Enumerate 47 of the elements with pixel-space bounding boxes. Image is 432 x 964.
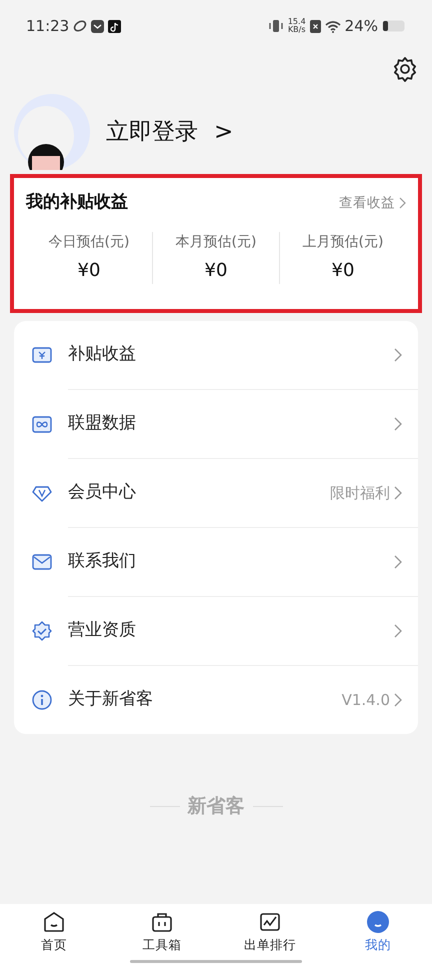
chart-icon bbox=[258, 910, 282, 934]
toolbox-icon bbox=[150, 910, 174, 934]
menu-item[interactable]: 联盟数据 bbox=[14, 390, 418, 458]
tab[interactable]: 出单排行 bbox=[216, 904, 324, 964]
info-icon bbox=[32, 690, 52, 710]
clock-text: 11:23 bbox=[26, 16, 70, 37]
stat-label: 本月预估(元) bbox=[174, 232, 258, 252]
view-earnings-link[interactable]: 查看收益 bbox=[339, 192, 406, 213]
stat-value: ¥0 bbox=[330, 258, 356, 282]
badge-check-icon bbox=[32, 621, 52, 641]
battery-icon bbox=[382, 20, 406, 32]
infinity-icon bbox=[32, 414, 52, 434]
menu-item[interactable]: 会员中心 限时福利 bbox=[14, 459, 418, 527]
speed-text: 15.4 bbox=[288, 18, 306, 26]
stat-value: ¥0 bbox=[204, 258, 228, 282]
menu-item[interactable]: 营业资质 bbox=[14, 597, 418, 665]
chevron-right-icon bbox=[394, 624, 402, 638]
speed-unit-text: KB/s bbox=[288, 26, 306, 34]
settings-icon[interactable] bbox=[392, 56, 418, 82]
chevron-right-icon bbox=[399, 196, 406, 209]
home-icon bbox=[42, 910, 66, 934]
brand-watermark: 新省客 bbox=[188, 794, 244, 819]
music-note-icon bbox=[108, 20, 122, 32]
sim-icon bbox=[310, 20, 321, 32]
mail-icon bbox=[32, 552, 52, 572]
stat-value: ¥0 bbox=[76, 258, 102, 282]
chevron-right-icon bbox=[394, 417, 402, 431]
tab[interactable]: 工具箱 bbox=[108, 904, 216, 964]
menu-item[interactable]: 关于新省客 V1.4.0 bbox=[14, 666, 418, 734]
earnings-title: 我的补贴收益 bbox=[26, 191, 128, 214]
menu-item[interactable]: 联系我们 bbox=[14, 528, 418, 596]
stat-label: 上月预估(元) bbox=[302, 232, 384, 252]
chevron-right-icon bbox=[394, 693, 402, 707]
tab[interactable]: 我的 bbox=[324, 904, 432, 964]
menu-item[interactable]: 补贴收益 bbox=[14, 321, 418, 389]
mail-icon bbox=[91, 20, 104, 32]
tab[interactable]: 首页 bbox=[0, 904, 108, 964]
stat-label: 今日预估(元) bbox=[48, 232, 130, 252]
login-link[interactable]: 立即登录 > bbox=[106, 114, 234, 150]
vibrate-icon bbox=[268, 20, 284, 32]
battery-text: 24% bbox=[344, 16, 378, 37]
chevron-right-icon bbox=[394, 486, 402, 500]
wifi-icon bbox=[324, 20, 341, 32]
chevron-right-icon bbox=[394, 348, 402, 362]
coupon-icon bbox=[32, 345, 52, 365]
chevron-right-icon bbox=[394, 555, 402, 569]
smile-icon bbox=[366, 910, 390, 934]
